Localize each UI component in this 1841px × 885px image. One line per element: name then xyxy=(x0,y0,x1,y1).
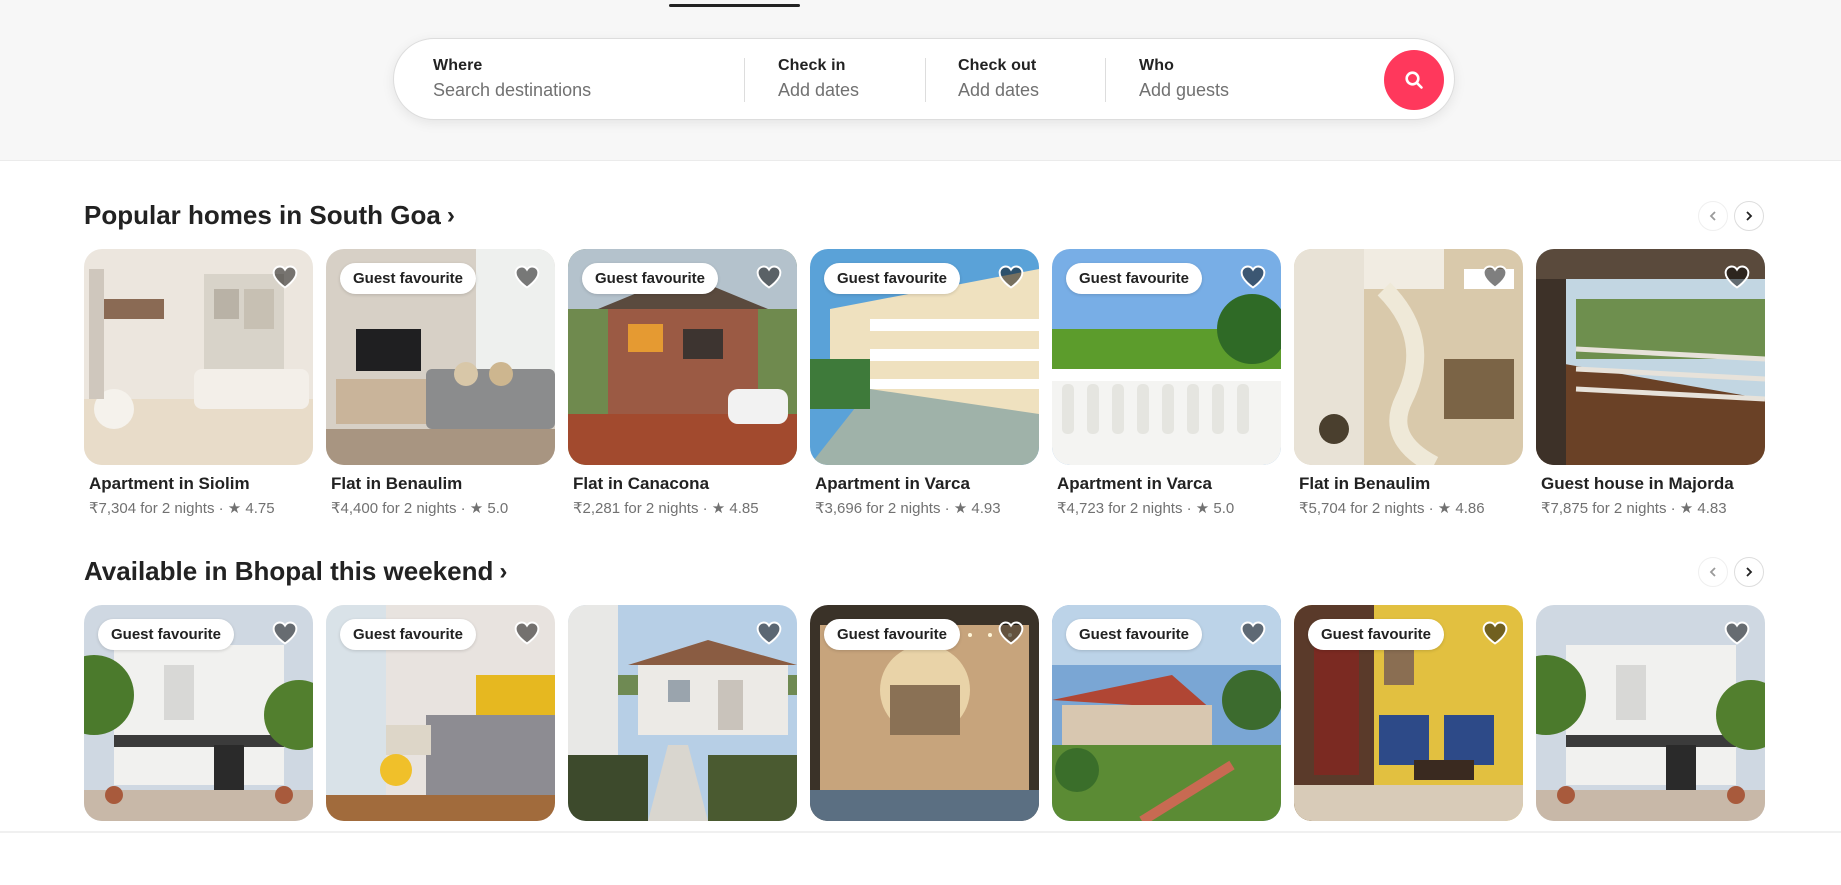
chevron-left-icon xyxy=(1709,567,1716,577)
guest-favourite-badge: Guest favourite xyxy=(824,619,961,650)
heart-icon[interactable] xyxy=(1723,263,1751,291)
section-title-bhopal-weekend[interactable]: Available in Bhopal this weekend › xyxy=(84,556,507,587)
chevron-right-icon xyxy=(1746,567,1753,577)
search-bar[interactable]: Where Search destinations Check in Add d… xyxy=(393,38,1455,120)
section-title-text: Available in Bhopal this weekend xyxy=(84,556,494,586)
checkout-label: Check out xyxy=(958,57,1037,74)
active-tab-indicator xyxy=(669,4,800,7)
checkin-label: Check in xyxy=(778,57,846,74)
listing-card[interactable]: Guest favourite xyxy=(1052,605,1281,885)
listing-card[interactable]: Guest favourite Flat in Canacona ₹2,281 fo… xyxy=(568,249,797,529)
guest-favourite-badge: Guest favourite xyxy=(98,619,235,650)
listing-card[interactable]: Guest favourite Apartment in Varca ₹3,696 … xyxy=(810,249,1039,529)
listing-price-rating: ₹3,696 for 2 nights · ★ 4.93 xyxy=(815,500,1001,517)
guest-favourite-badge: Guest favourite xyxy=(1066,263,1203,294)
heart-icon[interactable] xyxy=(1239,263,1267,291)
listing-card[interactable]: Flat in Benaulim ₹5,704 for 2 nights · ★ … xyxy=(1294,249,1523,529)
listing-card[interactable]: Guest favourite Apartment in Varca ₹4,723 … xyxy=(1052,249,1281,529)
listing-title: Apartment in Varca xyxy=(815,474,970,493)
listing-card[interactable]: Guest favourite xyxy=(84,605,313,885)
listing-card[interactable]: Guest favourite xyxy=(326,605,555,885)
listing-price-rating: ₹5,704 for 2 nights · ★ 4.86 xyxy=(1299,500,1485,517)
checkin-value[interactable]: Add dates xyxy=(778,80,859,101)
who-label: Who xyxy=(1139,57,1174,74)
listing-card[interactable]: Guest house in Majorda ₹7,875 for 2 night… xyxy=(1536,249,1765,529)
listing-title: Guest house in Majorda xyxy=(1541,474,1734,493)
listing-price-rating: ₹4,723 for 2 nights · ★ 5.0 xyxy=(1057,500,1235,517)
where-field[interactable]: Where Search destinations xyxy=(394,39,744,121)
heart-icon[interactable] xyxy=(513,619,541,647)
heart-icon[interactable] xyxy=(1481,619,1509,647)
checkout-field[interactable]: Check out Add dates xyxy=(926,39,1106,121)
carousel-prev-button[interactable] xyxy=(1698,201,1728,231)
chevron-right-icon: › xyxy=(499,557,508,585)
listing-title: Apartment in Siolim xyxy=(89,474,250,493)
guest-favourite-badge: Guest favourite xyxy=(582,263,719,294)
carousel-prev-button[interactable] xyxy=(1698,557,1728,587)
heart-icon[interactable] xyxy=(271,619,299,647)
listing-price-rating: ₹4,400 for 2 nights · ★ 5.0 xyxy=(331,500,509,517)
heart-icon[interactable] xyxy=(997,619,1025,647)
guest-favourite-badge: Guest favourite xyxy=(340,263,477,294)
heart-icon[interactable] xyxy=(1723,619,1751,647)
guest-favourite-badge: Guest favourite xyxy=(340,619,477,650)
heart-icon[interactable] xyxy=(1239,619,1267,647)
section-title-popular-goa[interactable]: Popular homes in South Goa › xyxy=(84,200,455,231)
carousel-next-button[interactable] xyxy=(1734,201,1764,231)
checkin-field[interactable]: Check in Add dates xyxy=(745,39,925,121)
heart-icon[interactable] xyxy=(271,263,299,291)
guest-favourite-badge: Guest favourite xyxy=(824,263,961,294)
chevron-right-icon: › xyxy=(446,201,455,229)
chevron-left-icon xyxy=(1709,211,1716,221)
search-button[interactable] xyxy=(1384,50,1444,110)
who-value[interactable]: Add guests xyxy=(1139,80,1229,101)
listing-card[interactable] xyxy=(568,605,797,885)
listing-price-rating: ₹7,875 for 2 nights · ★ 4.83 xyxy=(1541,500,1727,517)
listing-title: Flat in Canacona xyxy=(573,474,710,493)
listing-card[interactable]: Guest favourite xyxy=(810,605,1039,885)
heart-icon[interactable] xyxy=(755,263,783,291)
listing-title: Flat in Benaulim xyxy=(331,474,463,493)
listing-card[interactable]: Guest favourite xyxy=(1294,605,1523,885)
listing-price-rating: ₹7,304 for 2 nights · ★ 4.75 xyxy=(89,500,275,517)
listing-price-rating: ₹2,281 for 2 nights · ★ 4.85 xyxy=(573,500,759,517)
guest-favourite-badge: Guest favourite xyxy=(1066,619,1203,650)
listing-title: Flat in Benaulim xyxy=(1299,474,1431,493)
search-icon xyxy=(1405,71,1423,89)
checkout-value[interactable]: Add dates xyxy=(958,80,1039,101)
heart-icon[interactable] xyxy=(997,263,1025,291)
guest-favourite-badge: Guest favourite xyxy=(1308,619,1445,650)
where-input[interactable]: Search destinations xyxy=(433,80,591,101)
who-field[interactable]: Who Add guests xyxy=(1106,39,1376,121)
listing-card[interactable]: Guest favourite Flat in Benaulim ₹4,400 fo… xyxy=(326,249,555,529)
listing-title: Apartment in Varca xyxy=(1057,474,1212,493)
search-header: Where Search destinations Check in Add d… xyxy=(0,0,1841,161)
heart-icon[interactable] xyxy=(513,263,541,291)
heart-icon[interactable] xyxy=(1481,263,1509,291)
section-title-text: Popular homes in South Goa xyxy=(84,200,441,230)
listing-card[interactable]: Apartment in Siolim ₹7,304 for 2 nights ·… xyxy=(84,249,313,529)
heart-icon[interactable] xyxy=(755,619,783,647)
carousel-next-button[interactable] xyxy=(1734,557,1764,587)
listing-card[interactable] xyxy=(1536,605,1765,885)
chevron-right-icon xyxy=(1746,211,1753,221)
where-label: Where xyxy=(433,57,483,74)
